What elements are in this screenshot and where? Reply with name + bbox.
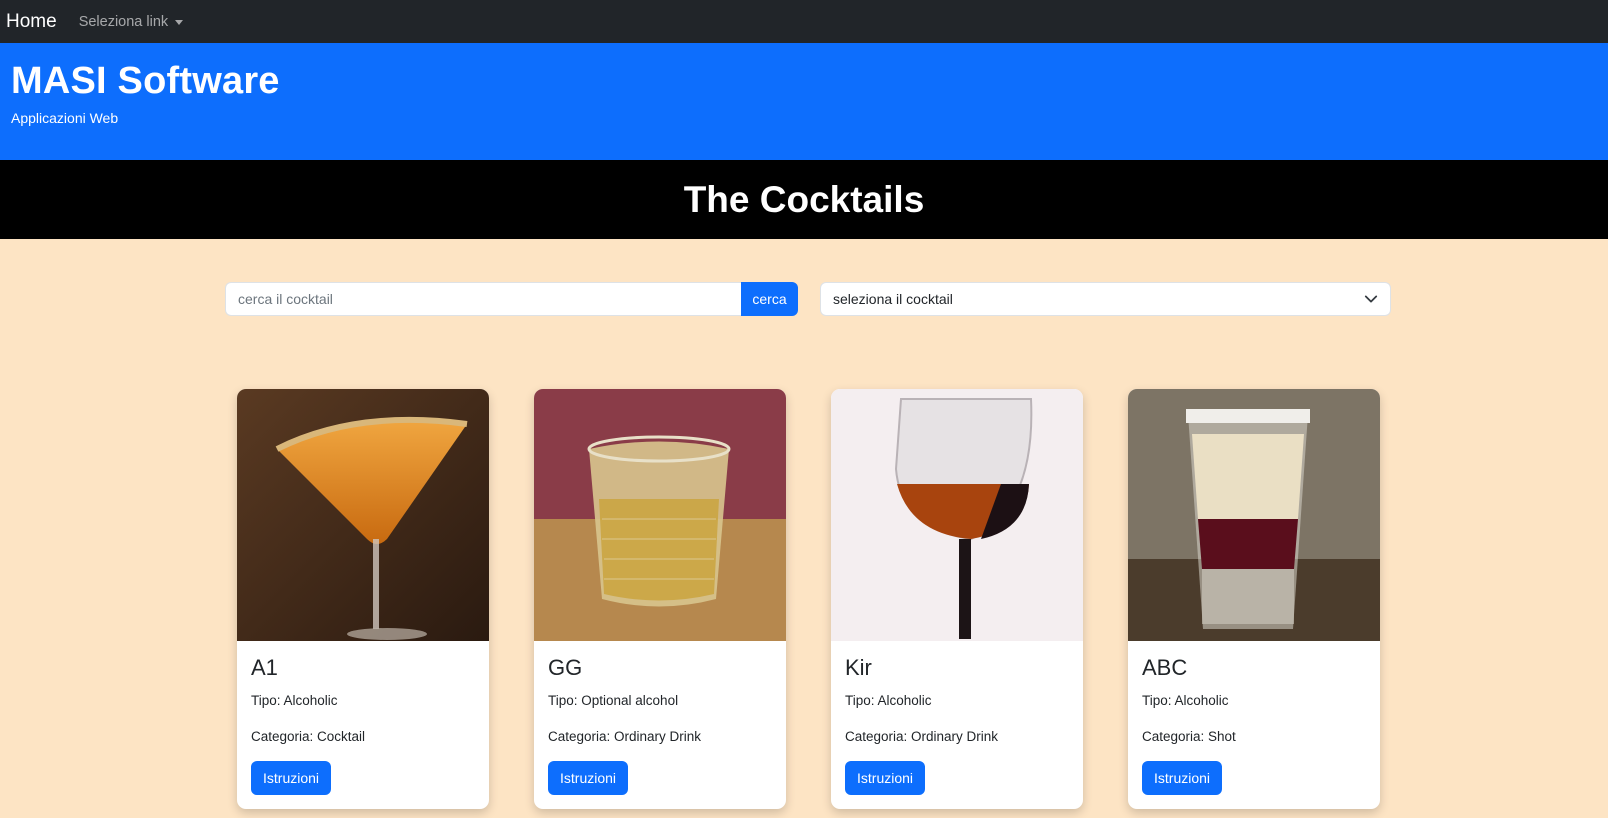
card-title: Kir bbox=[845, 655, 872, 680]
select-link-dropdown[interactable]: Seleziona link bbox=[78, 13, 184, 30]
search-group: cerca bbox=[225, 282, 798, 316]
card-category: Categoria: Cocktail bbox=[251, 729, 366, 744]
cocktail-image bbox=[831, 389, 1083, 641]
card-category: Categoria: Ordinary Drink bbox=[845, 729, 999, 744]
search-input[interactable] bbox=[225, 282, 741, 316]
cocktail-select-value: seleziona il cocktail bbox=[833, 291, 953, 307]
cocktail-image bbox=[534, 389, 786, 641]
card-type: Tipo: Alcoholic bbox=[251, 693, 338, 708]
instructions-button[interactable]: Istruzioni bbox=[548, 761, 629, 795]
card-title: ABC bbox=[1142, 655, 1188, 680]
instructions-button[interactable]: Istruzioni bbox=[251, 761, 332, 795]
search-button[interactable]: cerca bbox=[741, 282, 798, 316]
site-title: MASI Software bbox=[11, 60, 280, 102]
site-subtitle: Applicazioni Web bbox=[11, 110, 119, 127]
search-controls: cerca seleziona il cocktail bbox=[225, 282, 1391, 316]
card-title: GG bbox=[548, 655, 583, 680]
cocktail-image bbox=[237, 389, 489, 641]
cocktail-card: A1 Tipo: Alcoholic Categoria: Cocktail I… bbox=[237, 389, 489, 809]
chevron-down-icon bbox=[1364, 295, 1378, 303]
card-category: Categoria: Shot bbox=[1142, 729, 1236, 744]
dropdown-label: Seleziona link bbox=[78, 13, 169, 30]
page-title-bar: The Cocktails bbox=[0, 160, 1608, 239]
card-title: A1 bbox=[251, 655, 278, 680]
instructions-button[interactable]: Istruzioni bbox=[845, 761, 926, 795]
caret-down-icon bbox=[175, 20, 184, 25]
cocktail-card: ABC Tipo: Alcoholic Categoria: Shot Istr… bbox=[1128, 389, 1380, 809]
site-header: MASI Software Applicazioni Web bbox=[0, 43, 1608, 160]
top-navbar: Home Seleziona link bbox=[0, 0, 1608, 43]
card-type: Tipo: Optional alcohol bbox=[548, 693, 679, 708]
cocktail-card: Kir Tipo: Alcoholic Categoria: Ordinary … bbox=[831, 389, 1083, 809]
cocktail-select[interactable]: seleziona il cocktail bbox=[820, 282, 1391, 316]
card-type: Tipo: Alcoholic bbox=[845, 693, 932, 708]
instructions-button[interactable]: Istruzioni bbox=[1142, 761, 1223, 795]
card-category: Categoria: Ordinary Drink bbox=[548, 729, 702, 744]
card-type: Tipo: Alcoholic bbox=[1142, 693, 1229, 708]
cocktail-card: GG Tipo: Optional alcohol Categoria: Ord… bbox=[534, 389, 786, 809]
page-title: The Cocktails bbox=[683, 178, 925, 220]
cocktail-image bbox=[1128, 389, 1380, 641]
cocktail-cards: A1 Tipo: Alcoholic Categoria: Cocktail I… bbox=[237, 389, 1380, 809]
home-link[interactable]: Home bbox=[6, 11, 57, 33]
